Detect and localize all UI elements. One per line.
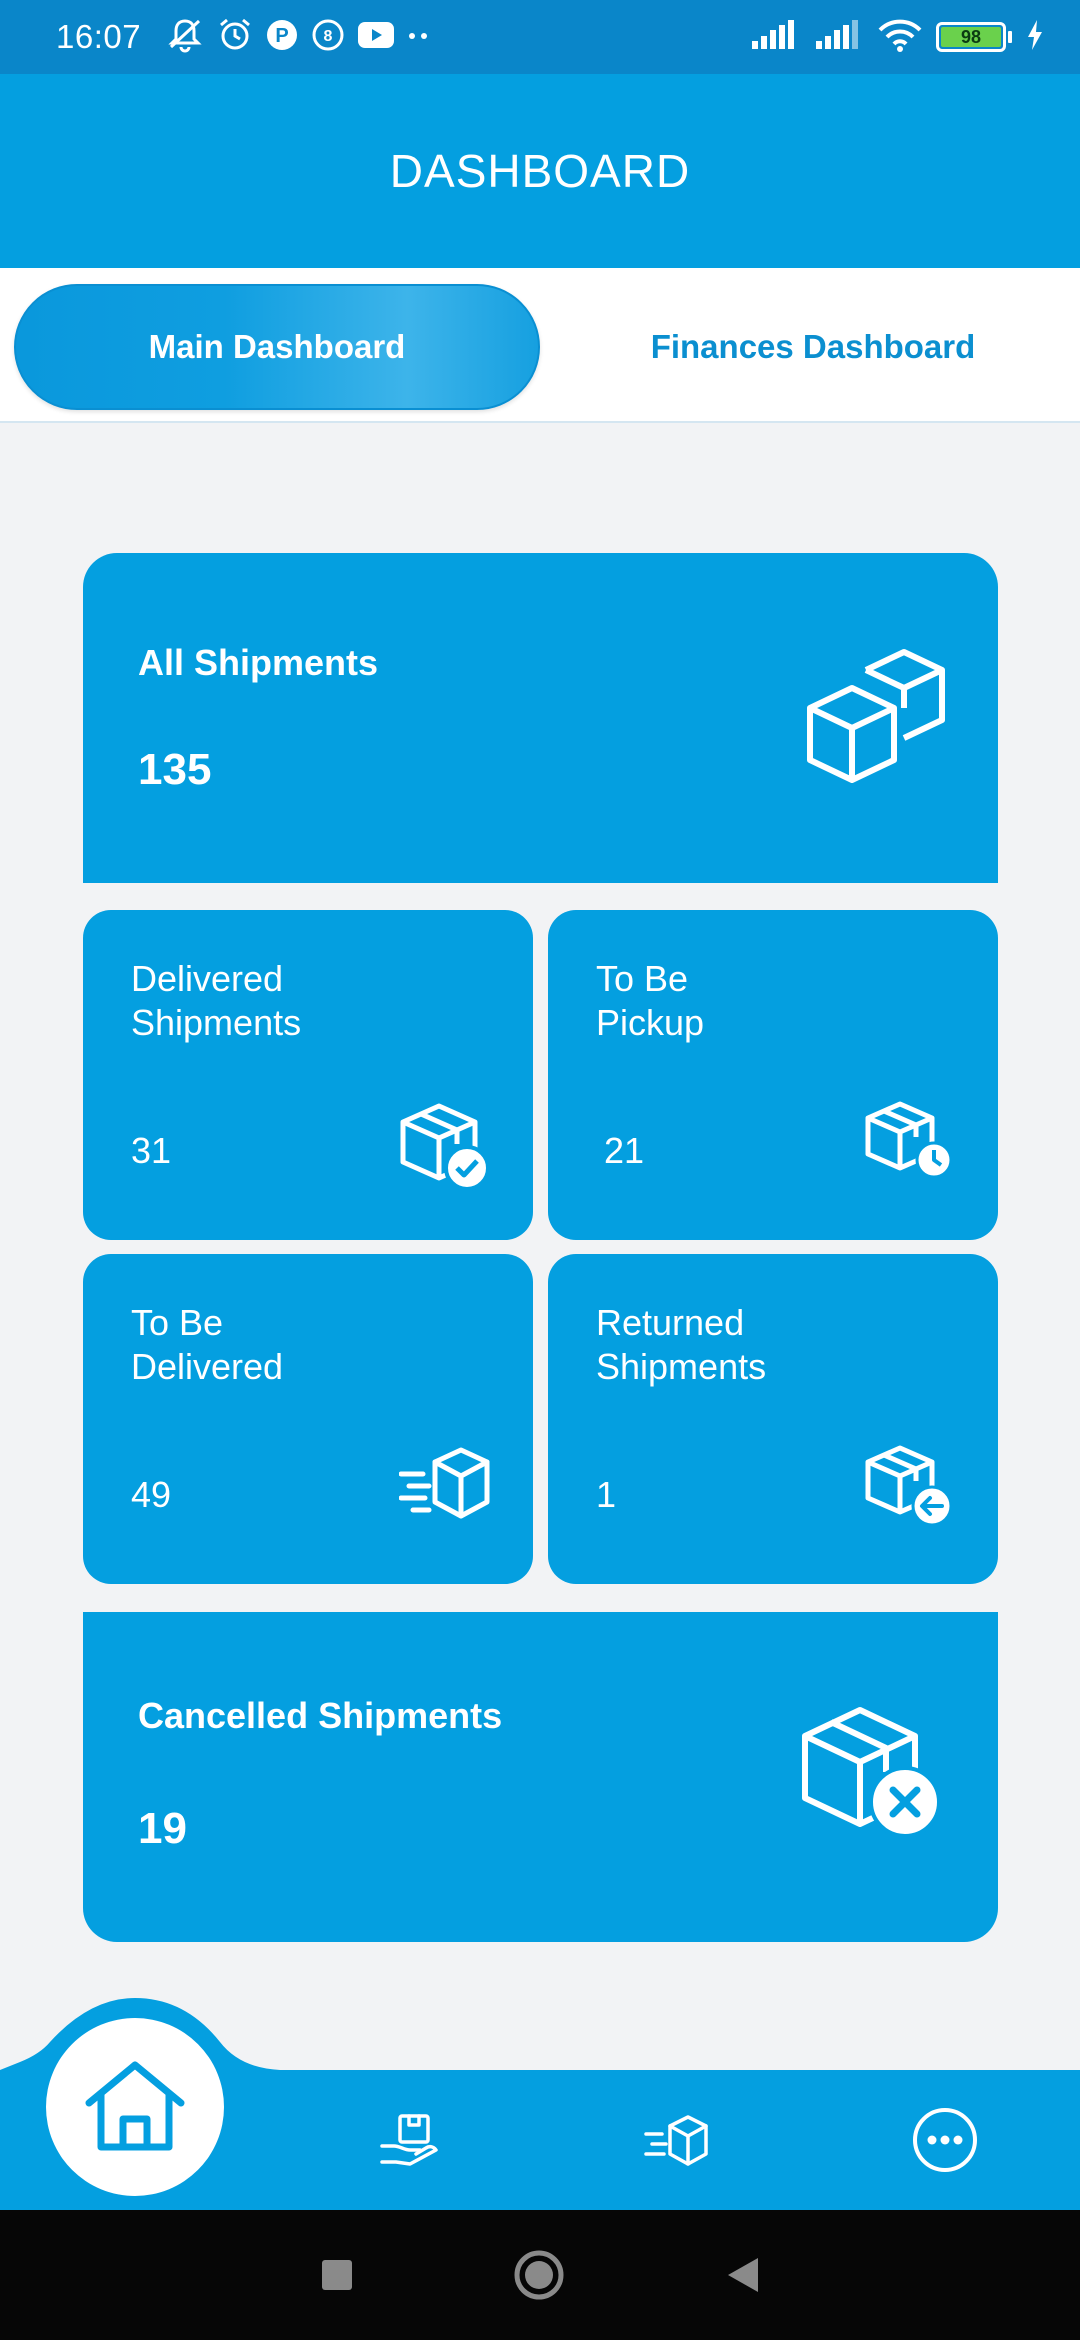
tab-main-dashboard[interactable]: Main Dashboard [14, 284, 540, 410]
all-shipments-card[interactable]: All Shipments 135 [83, 553, 998, 883]
mute-notification-icon [165, 17, 205, 58]
to-be-pickup-count: 21 [604, 1130, 645, 1171]
signal-icon [750, 19, 800, 56]
back-icon[interactable] [724, 2256, 760, 2294]
svg-text:8: 8 [324, 28, 333, 45]
receive-package-icon [380, 2112, 440, 2173]
home-icon [85, 2059, 185, 2156]
dashboard-tabs: Main Dashboard Finances Dashboard [0, 268, 1080, 423]
charging-icon [1026, 19, 1044, 56]
more-notifications-icon [407, 28, 431, 46]
cancelled-shipments-label: Cancelled Shipments [138, 1695, 503, 1736]
nav-more-button[interactable] [905, 2102, 985, 2182]
alarm-icon [217, 17, 253, 58]
all-shipments-count: 135 [138, 745, 212, 794]
returned-shipments-count: 1 [596, 1474, 617, 1515]
cancelled-shipments-card[interactable]: Cancelled Shipments 19 [83, 1612, 998, 1942]
cancelled-shipments-count: 19 [138, 1804, 187, 1853]
shipping-box-icon [644, 2112, 708, 2173]
nav-shipments-button[interactable] [636, 2102, 716, 2182]
all-shipments-label: All Shipments [138, 642, 379, 683]
nav-home-button[interactable] [46, 2018, 224, 2196]
svg-text:P: P [275, 25, 288, 47]
to-be-pickup-card[interactable]: To Be Pickup 21 [548, 910, 998, 1240]
page-title: DASHBOARD [389, 145, 691, 197]
status-bar: 16:07 P 8 98 [0, 0, 1080, 74]
recents-icon[interactable] [320, 2258, 354, 2292]
box-fast-icon [398, 1444, 491, 1529]
app-header: DASHBOARD [0, 74, 1080, 268]
app-p-icon: P [265, 18, 299, 57]
delivered-shipments-label: Delivered Shipments [131, 958, 302, 1043]
nav-receive-button[interactable] [370, 2102, 450, 2182]
status-time: 16:07 [56, 18, 142, 55]
wifi-icon [878, 18, 922, 57]
app-8-icon: 8 [311, 18, 345, 57]
tab-finances-dashboard[interactable]: Finances Dashboard [560, 284, 1066, 410]
to-be-delivered-count: 49 [131, 1474, 172, 1515]
more-icon [911, 2106, 979, 2179]
box-clock-icon [864, 1100, 956, 1185]
delivered-shipments-card[interactable]: Delivered Shipments 31 [83, 910, 533, 1240]
box-return-icon [864, 1444, 956, 1533]
returned-shipments-label: Returned Shipments [596, 1302, 767, 1387]
system-navigation-bar [0, 2210, 1080, 2340]
battery-icon: 98 [936, 22, 1012, 52]
home-system-icon[interactable] [513, 2249, 565, 2301]
box-check-icon [399, 1100, 491, 1197]
battery-level: 98 [941, 27, 1001, 47]
returned-shipments-card[interactable]: Returned Shipments 1 [548, 1254, 998, 1584]
delivered-shipments-count: 31 [131, 1130, 172, 1171]
to-be-delivered-label: To Be Delivered [131, 1302, 284, 1387]
signal-2-icon [814, 19, 864, 56]
to-be-delivered-card[interactable]: To Be Delivered 49 [83, 1254, 533, 1584]
to-be-pickup-label: To Be Pickup [596, 958, 705, 1043]
box-cancel-icon [801, 1702, 946, 1847]
boxes-icon [806, 648, 946, 788]
youtube-icon [357, 21, 395, 54]
